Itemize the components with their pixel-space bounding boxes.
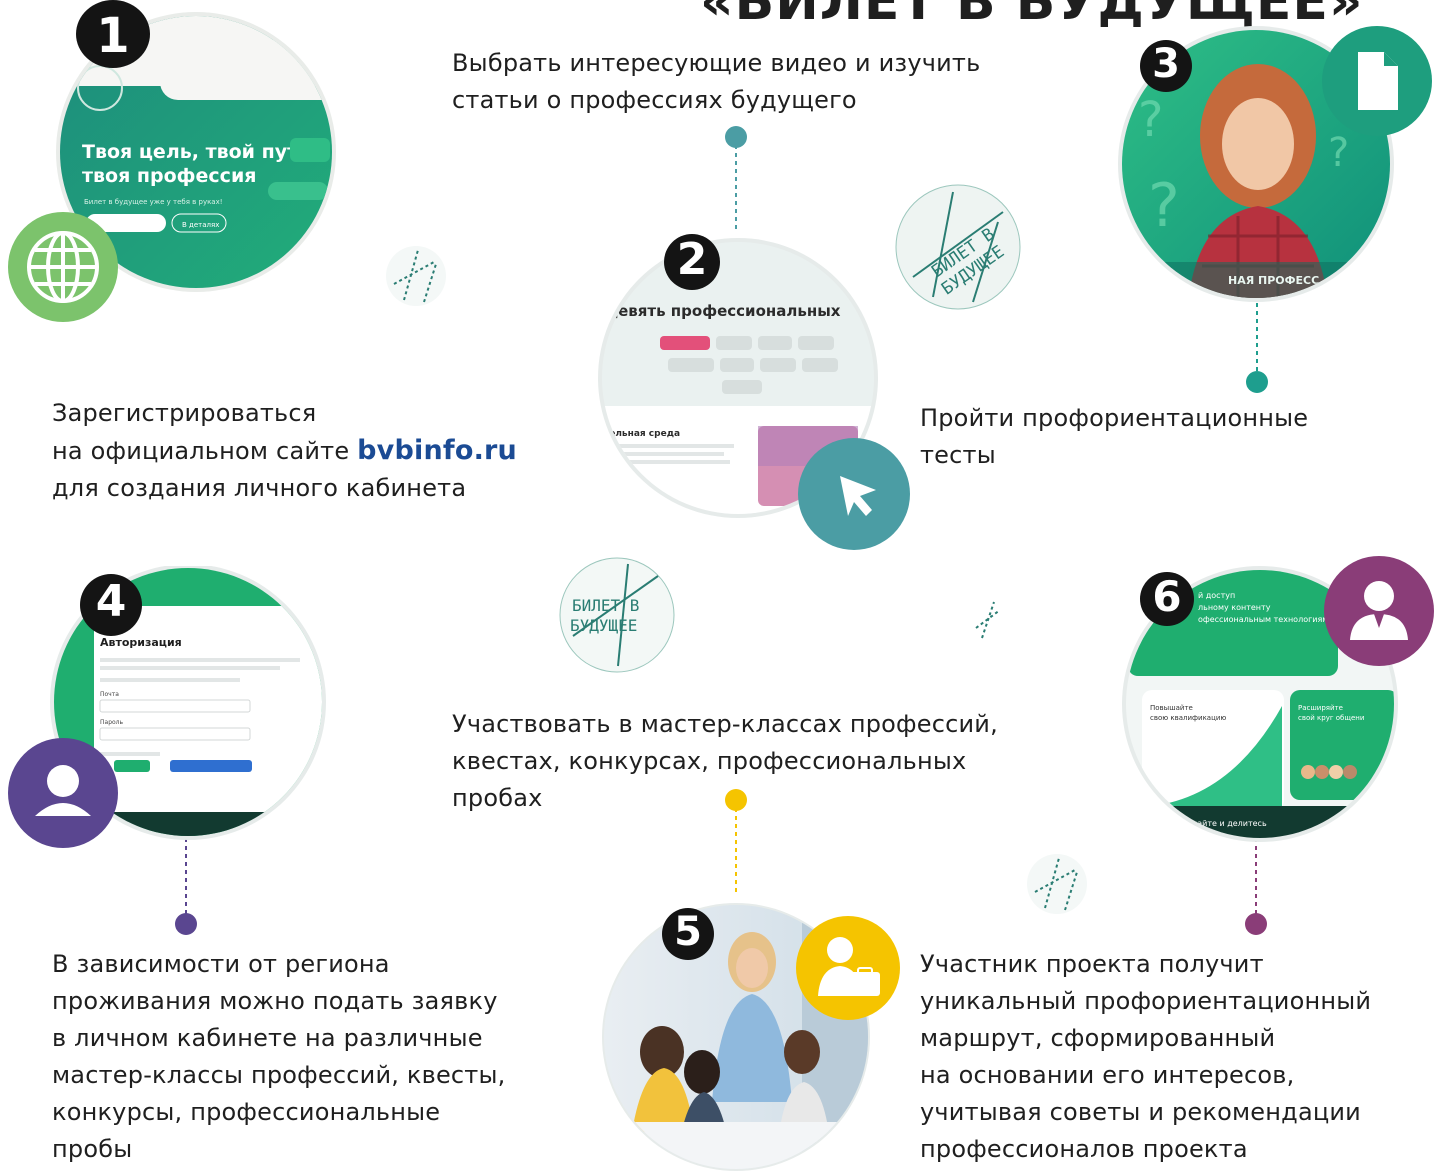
step3-line2: тесты <box>920 441 996 469</box>
step6-text: Участник проекта получит уникальный проф… <box>920 946 1430 1168</box>
step1-line2: на официальном сайте bvbinfo.ru <box>52 432 612 470</box>
connector-dot-step4 <box>175 913 197 935</box>
globe-icon <box>27 231 99 303</box>
businessman-icon-badge <box>1324 556 1434 666</box>
user-icon <box>35 765 91 816</box>
teacher-icon <box>818 937 880 996</box>
s6-card3-line1: Расширяйте <box>1298 704 1343 712</box>
s1-headline-1: Твоя цель, твой путь, <box>82 141 317 163</box>
step3-text: Пройти профориентационные тесты <box>920 400 1400 474</box>
connector-dot-step2 <box>725 126 747 148</box>
step4-line4: мастер-классы профессий, квесты, <box>52 1061 506 1089</box>
businessman-icon <box>1350 581 1408 640</box>
step6-line5: учитывая советы и рекомендации <box>920 1098 1361 1126</box>
s6-card1-line2: льному контенту <box>1198 603 1271 612</box>
step2-line2: статьи о профессиях будущего <box>452 86 857 114</box>
step5-line1: Участвовать в мастер-классах профессий, <box>452 710 998 738</box>
globe-icon-badge <box>8 212 118 322</box>
step1-line3: для создания личного кабинета <box>52 474 467 502</box>
step4-line3: в личном кабинете на различные <box>52 1024 483 1052</box>
step4-line1: В зависимости от региона <box>52 950 390 978</box>
stamp-text-2: БУДУЩЕЕ <box>570 616 637 635</box>
step4-text: В зависимости от региона проживания можн… <box>52 946 552 1168</box>
step2-text: Выбрать интересующие видео и изучить ста… <box>452 45 1052 119</box>
s1-subtext: Билет в будущее уже у тебя в руках! <box>84 198 223 206</box>
stamp-logo-medium: БИЛЕТ В БУДУЩЕЕ <box>559 557 675 673</box>
s4-title: Авторизация <box>100 636 182 649</box>
stamp-logo-small-1 <box>386 246 446 306</box>
document-icon <box>1358 52 1398 110</box>
step4-line5: конкурсы, профессиональные <box>52 1098 441 1126</box>
cursor-icon-badge <box>798 438 910 550</box>
step1-number: 1 <box>96 8 130 64</box>
step5-line3: пробах <box>452 784 543 812</box>
s6-card2-line2: свою квалификацию <box>1150 714 1226 722</box>
s4-field1-label: Почта <box>100 691 119 698</box>
s6-card1-line1: й доступ <box>1198 591 1235 600</box>
stamp-logo-fragment <box>975 601 1001 639</box>
step1-line1: Зарегистрироваться <box>52 399 317 427</box>
teacher-icon-badge <box>796 916 900 1020</box>
step5-number: 5 <box>674 909 702 955</box>
step2-number: 2 <box>676 234 708 285</box>
stamp-logo-small-2 <box>1027 854 1087 914</box>
connector-dot-step6 <box>1245 913 1267 935</box>
s6-card2-line1: Повышайте <box>1150 704 1193 712</box>
user-icon-badge <box>8 738 118 848</box>
step6-line3: маршрут, сформированный <box>920 1024 1276 1052</box>
step2-line1: Выбрать интересующие видео и изучить <box>452 49 981 77</box>
s1-button: В деталях <box>182 221 219 229</box>
step1-line2-prefix: на официальном сайте <box>52 437 358 465</box>
step1-text: Зарегистрироваться на официальном сайте … <box>52 395 612 507</box>
s3-caption: НАЯ ПРОФЕСС <box>1228 274 1319 287</box>
step6-line1: Участник проекта получит <box>920 950 1264 978</box>
step3-number: 3 <box>1152 41 1180 87</box>
site-url-link[interactable]: bvbinfo.ru <box>357 435 517 466</box>
stamp-logo-large: БИЛЕТ В БУДУЩЕЕ <box>895 184 1021 310</box>
s2-headline: девять профессиональных <box>606 302 841 320</box>
document-icon-badge <box>1322 26 1432 136</box>
connector-dot-step3 <box>1246 371 1268 393</box>
svg-text:?: ? <box>1148 171 1180 241</box>
step4-line2: проживания можно подать заявку <box>52 987 498 1015</box>
step6-number: 6 <box>1152 572 1182 621</box>
stamp-text-1: БИЛЕТ В <box>572 596 639 615</box>
step5-line2: квестах, конкурсах, профессиональных <box>452 747 967 775</box>
step6-line4: на основании его интересов, <box>920 1061 1295 1089</box>
s1-headline-2: твоя профессия <box>82 165 256 187</box>
step4-line6: пробы <box>52 1135 133 1163</box>
step5-text: Участвовать в мастер-классах профессий, … <box>452 706 1072 817</box>
step4-number: 4 <box>95 576 127 627</box>
step6-line2: уникальный профориентационный <box>920 987 1372 1015</box>
svg-text:?: ? <box>1328 130 1349 176</box>
step6-line6: профессионалов проекта <box>920 1135 1248 1163</box>
s6-card1-line3: офессиональным технологиям <box>1198 615 1328 624</box>
step3-line1: Пройти профориентационные <box>920 404 1309 432</box>
s4-field2-label: Пароль <box>100 719 124 726</box>
s6-card3-line2: свой круг общени <box>1298 714 1364 722</box>
svg-text:?: ? <box>1138 92 1163 148</box>
cursor-icon <box>840 476 876 516</box>
